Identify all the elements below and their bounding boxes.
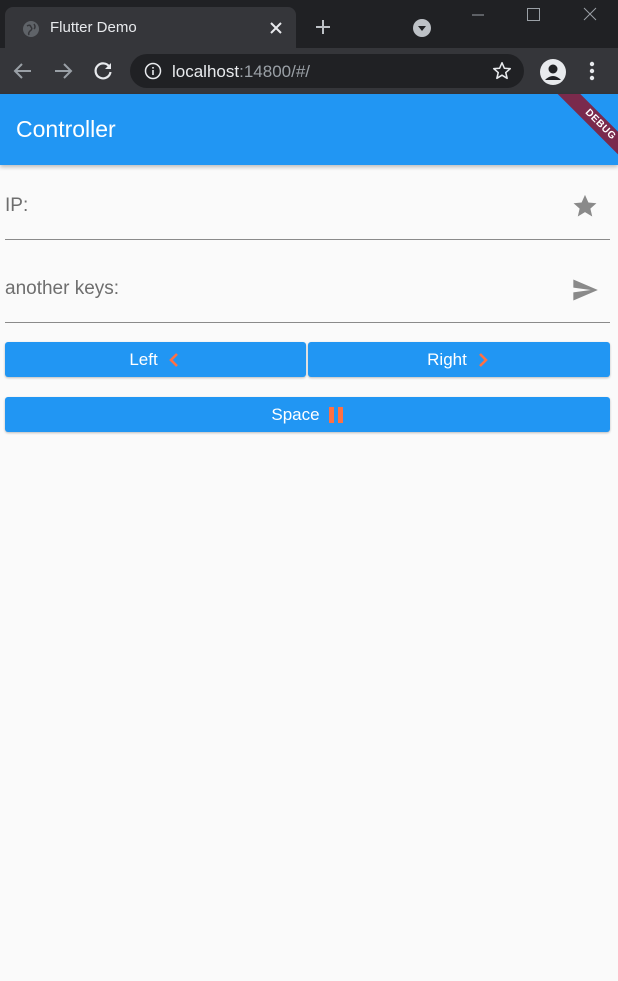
browser-tabstrip: Flutter Demo	[0, 0, 618, 48]
plus-icon[interactable]	[313, 17, 333, 37]
close-icon[interactable]	[267, 19, 285, 37]
bookmark-star-icon[interactable]	[491, 60, 513, 82]
profile-avatar-button[interactable]	[540, 59, 566, 85]
browser-tab[interactable]: Flutter Demo	[5, 7, 296, 48]
globe-icon	[23, 21, 39, 37]
chevron-right-icon	[478, 352, 488, 367]
pause-icon	[328, 406, 343, 423]
minimize-icon[interactable]	[455, 0, 501, 30]
maximize-icon[interactable]	[510, 0, 556, 30]
right-button-label: Right	[427, 349, 467, 369]
tab-title: Flutter Demo	[50, 19, 137, 36]
keys-input[interactable]	[5, 274, 545, 304]
chevron-down-icon[interactable]	[412, 18, 432, 38]
kebab-menu-icon[interactable]	[582, 59, 602, 83]
right-button[interactable]: Right	[308, 342, 610, 377]
debug-banner: DEBUG	[555, 94, 618, 165]
app-bar: Controller DEBUG	[0, 94, 618, 165]
browser-toolbar: localhost:14800/#/	[0, 48, 618, 94]
space-button-label: Space	[271, 404, 320, 424]
ip-input[interactable]	[5, 191, 545, 221]
address-bar[interactable]: localhost:14800/#/	[130, 54, 524, 88]
left-button[interactable]: Left	[5, 342, 306, 377]
page-title: Controller	[16, 116, 116, 142]
back-arrow-icon[interactable]	[11, 59, 35, 83]
reload-icon[interactable]	[91, 59, 115, 83]
send-icon[interactable]	[571, 276, 599, 304]
url-text: localhost:14800/#/	[172, 62, 310, 82]
ip-field	[5, 183, 610, 240]
chevron-left-icon	[168, 352, 178, 367]
person-icon	[545, 64, 561, 80]
space-button[interactable]: Space	[5, 397, 610, 432]
forward-arrow-icon[interactable]	[51, 59, 75, 83]
url-host: localhost	[172, 62, 240, 81]
star-icon[interactable]	[571, 192, 599, 220]
keys-field	[5, 266, 610, 323]
info-icon[interactable]	[144, 62, 162, 80]
left-button-label: Left	[129, 349, 158, 369]
url-path: :14800/#/	[239, 62, 311, 81]
window-close-icon[interactable]	[566, 0, 612, 30]
